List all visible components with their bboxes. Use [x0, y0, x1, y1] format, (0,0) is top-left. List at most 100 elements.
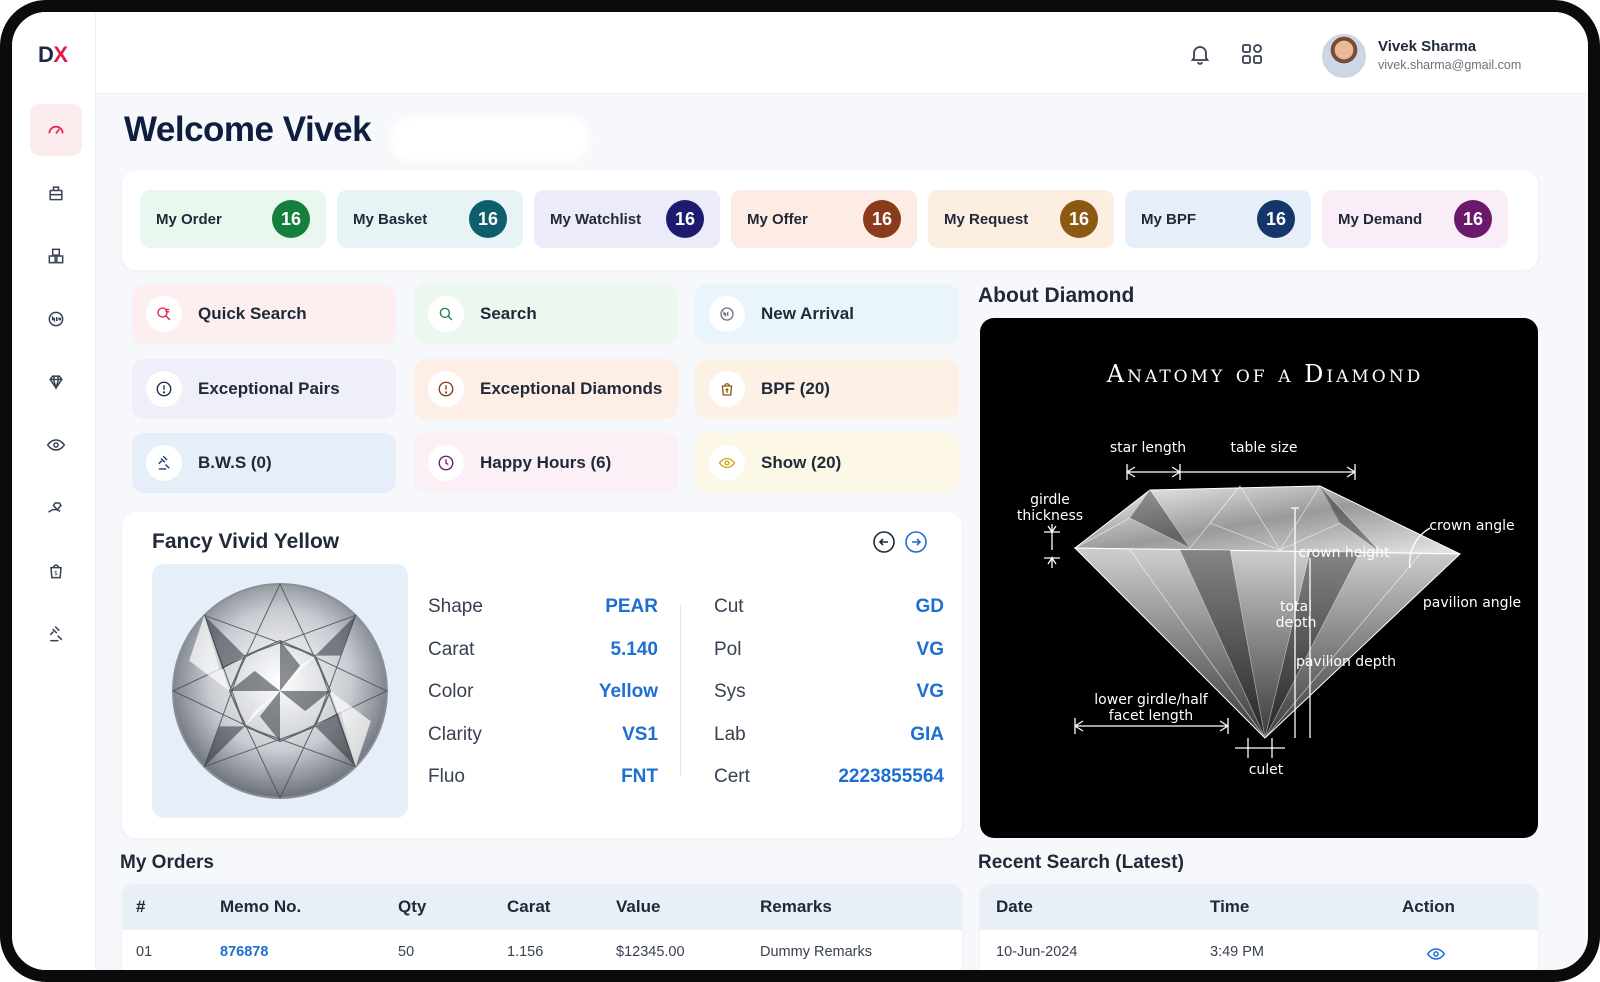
label-pavilion-angle: pavilion angle	[1423, 595, 1521, 611]
stat-count-badge: 16	[863, 200, 901, 238]
orders-table-header: # Memo No. Qty Carat Value Remarks	[122, 884, 962, 930]
sidebar-item-new-arrival[interactable]	[30, 293, 82, 345]
quick-action-label: Show (20)	[761, 453, 842, 472]
diamond-anatomy-diagram: Anatomy of a Diamond star length table s…	[980, 318, 1538, 838]
stat-card-my-demand[interactable]: My Demand 16	[1322, 190, 1508, 248]
spec-value: GIA	[910, 723, 944, 745]
next-arrow-icon[interactable]	[904, 530, 928, 554]
spec-value: VG	[916, 681, 944, 702]
logo-letter-x: X	[53, 42, 68, 67]
sidebar-item-auction[interactable]	[30, 608, 82, 660]
spec-row-lab: Lab GIA	[714, 724, 944, 748]
prev-arrow-icon[interactable]	[872, 530, 896, 554]
spec-row-cut: Cut GD	[714, 596, 944, 620]
sidebar-item-cart[interactable]	[30, 167, 82, 219]
app-frame: DX $ Vivek Sharma vivek.sharma@gmail.com…	[0, 0, 1600, 982]
stat-card-my-request[interactable]: My Request 16	[928, 190, 1114, 248]
stat-label: My BPF	[1141, 210, 1197, 228]
spec-value: VG	[916, 638, 944, 660]
featured-diamond-title: Fancy Vivid Yellow	[152, 530, 340, 553]
dashboard-icon	[48, 125, 64, 134]
quick-action-bpf-20[interactable]: BPF (20)	[695, 359, 959, 419]
col-qty: Qty	[398, 897, 427, 916]
sidebar: DX $	[12, 12, 96, 970]
label-lower-2: facet length	[1109, 708, 1193, 724]
info-icon	[146, 371, 182, 407]
app-logo[interactable]: DX	[38, 42, 68, 68]
diamond-image	[152, 564, 408, 818]
spec-row-sys: Sys VG	[714, 681, 944, 705]
quick-action-quick-search[interactable]: Quick Search	[132, 284, 396, 344]
spec-divider	[680, 604, 681, 776]
sidebar-item-dashboard[interactable]	[30, 104, 82, 156]
quick-action-exceptional-pairs[interactable]: Exceptional Pairs	[132, 359, 396, 419]
quick-action-search[interactable]: Search	[414, 284, 678, 344]
quick-action-label: Quick Search	[198, 304, 307, 323]
quick-action-show-20[interactable]: Show (20)	[695, 433, 959, 493]
eye-icon[interactable]	[1426, 944, 1446, 968]
spec-key: Color	[428, 681, 474, 702]
spec-row-color: Color Yellow	[428, 681, 658, 705]
quick-action-happy-hours-6[interactable]: Happy Hours (6)	[414, 433, 678, 493]
top-bar: Vivek Sharma vivek.sharma@gmail.com	[96, 12, 1588, 94]
label-total-2: depth	[1276, 615, 1317, 631]
label-crown-angle: crown angle	[1429, 518, 1514, 534]
recent-table-header: Date Time Action	[980, 884, 1538, 930]
user-avatar[interactable]	[1322, 34, 1366, 78]
auction-icon	[146, 445, 182, 481]
cell-qty: 50	[398, 944, 415, 960]
blurred-decoration	[390, 116, 590, 162]
stat-card-my-watchlist[interactable]: My Watchlist 16	[534, 190, 720, 248]
new-badge-icon	[48, 311, 64, 327]
stat-count-badge: 16	[666, 200, 704, 238]
label-total-1: total	[1280, 599, 1312, 615]
auction-icon	[49, 625, 63, 642]
stat-label: My Request	[944, 210, 1029, 228]
spec-value: VS1	[622, 723, 658, 745]
logo-letter-d: D	[38, 42, 54, 67]
label-table-size: table size	[1230, 440, 1297, 456]
eye-icon	[46, 439, 66, 451]
recent-search-title: Recent Search (Latest)	[978, 852, 1184, 873]
spec-row-fluo: Fluo FNT	[428, 766, 658, 790]
stat-card-my-order[interactable]: My Order 16	[140, 190, 326, 248]
quick-action-label: Exceptional Diamonds	[480, 379, 663, 398]
label-girdle-2: thickness	[1017, 508, 1083, 524]
col-number: #	[136, 897, 146, 916]
label-culet: culet	[1249, 762, 1284, 778]
notification-bell-icon[interactable]	[1188, 42, 1214, 68]
spec-key: Cert	[714, 766, 750, 787]
quick-action-label: Exceptional Pairs	[198, 379, 340, 398]
inventory-icon	[48, 248, 64, 264]
cell-memo-link[interactable]: 876878	[220, 944, 268, 960]
sidebar-item-inventory[interactable]	[30, 230, 82, 282]
cell-value: $12345.00	[616, 944, 685, 960]
stat-label: My Watchlist	[550, 210, 642, 228]
about-diamond-title: About Diamond	[978, 284, 1135, 307]
apps-grid-icon[interactable]	[1240, 42, 1266, 68]
spec-row-clarity: Clarity VS1	[428, 724, 658, 748]
sidebar-item-offer[interactable]	[30, 482, 82, 534]
user-name[interactable]: Vivek Sharma	[1378, 38, 1476, 55]
sidebar-item-diamonds[interactable]	[30, 356, 82, 408]
quick-action-b-w-s-0[interactable]: B.W.S (0)	[132, 433, 396, 493]
quick-action-exceptional-diamonds[interactable]: Exceptional Diamonds	[414, 359, 678, 419]
bpf-bag-icon	[709, 371, 745, 407]
info-icon	[428, 371, 464, 407]
stat-label: My Basket	[353, 210, 428, 228]
stat-count-badge: 16	[469, 200, 507, 238]
stat-card-my-offer[interactable]: My Offer 16	[731, 190, 917, 248]
quick-action-new-arrival[interactable]: New Arrival	[695, 284, 959, 344]
stat-label: My Offer	[747, 210, 808, 228]
stats-strip: My Order 16 My Basket 16 My Watchlist 16 My Of…	[122, 170, 1538, 270]
anatomy-title: Anatomy of a Diamond	[1106, 360, 1423, 388]
sidebar-item-watch[interactable]	[30, 419, 82, 471]
quick-action-label: Happy Hours (6)	[480, 453, 612, 472]
stat-card-my-bpf[interactable]: My BPF 16	[1125, 190, 1311, 248]
stat-card-my-basket[interactable]: My Basket 16	[337, 190, 523, 248]
stat-label: My Demand	[1338, 210, 1423, 228]
sidebar-item-bpf[interactable]: $	[30, 545, 82, 597]
spec-row-carat: Carat 5.140	[428, 639, 658, 663]
spec-row-pol: Pol VG	[714, 639, 944, 663]
col-memo: Memo No.	[220, 897, 302, 916]
